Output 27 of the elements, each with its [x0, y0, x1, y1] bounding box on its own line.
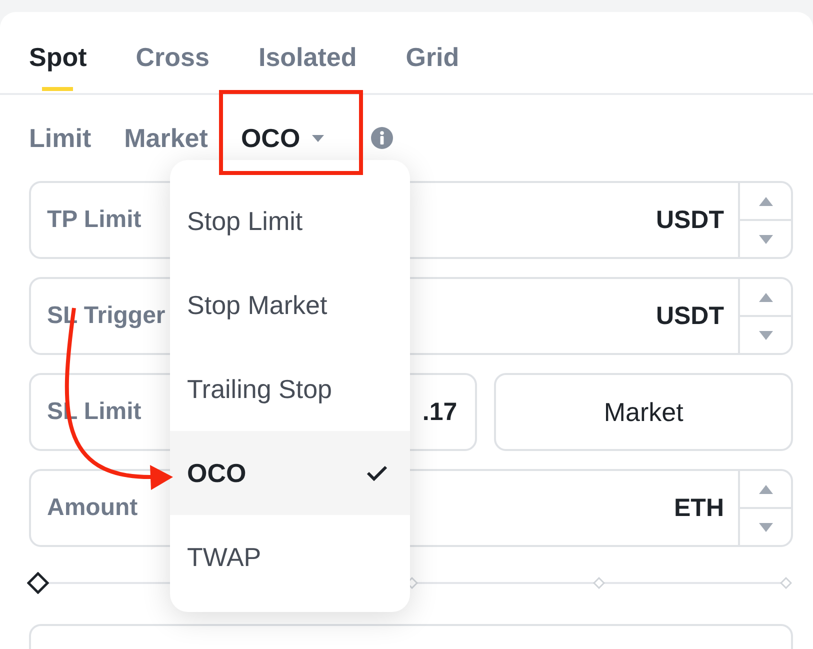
tab[interactable]: Isolated	[258, 12, 357, 93]
order-type-dropdown[interactable]: OCO	[240, 123, 324, 153]
order-type-tab[interactable]: Limit	[29, 123, 92, 153]
diamond-icon	[780, 577, 792, 589]
caret-down-icon	[312, 134, 324, 142]
check-icon	[366, 465, 388, 481]
unit-label: ETH	[674, 494, 724, 522]
caret-up-icon	[758, 196, 772, 206]
tab[interactable]: Spot	[29, 12, 87, 93]
caret-up-icon	[758, 484, 772, 494]
unit-label: USDT	[656, 206, 724, 234]
unit-label: USDT	[656, 302, 724, 330]
tab[interactable]: Grid	[406, 12, 460, 93]
menu-item[interactable]: OCO	[170, 431, 410, 515]
caret-down-icon	[758, 330, 772, 340]
diamond-icon	[593, 577, 605, 589]
tab[interactable]: Cross	[136, 12, 210, 93]
slider-thumb[interactable]	[27, 572, 49, 594]
caret-up-icon	[758, 292, 772, 302]
info-icon[interactable]	[371, 127, 394, 149]
caret-down-icon	[758, 522, 772, 532]
order-type-tab[interactable]: Market	[124, 123, 208, 153]
market-button[interactable]: Market	[494, 373, 793, 451]
field-value: .17	[422, 398, 458, 426]
field-label: TP Limit	[46, 206, 142, 234]
caret-down-icon	[758, 234, 772, 244]
field-label: Amount	[46, 494, 138, 522]
